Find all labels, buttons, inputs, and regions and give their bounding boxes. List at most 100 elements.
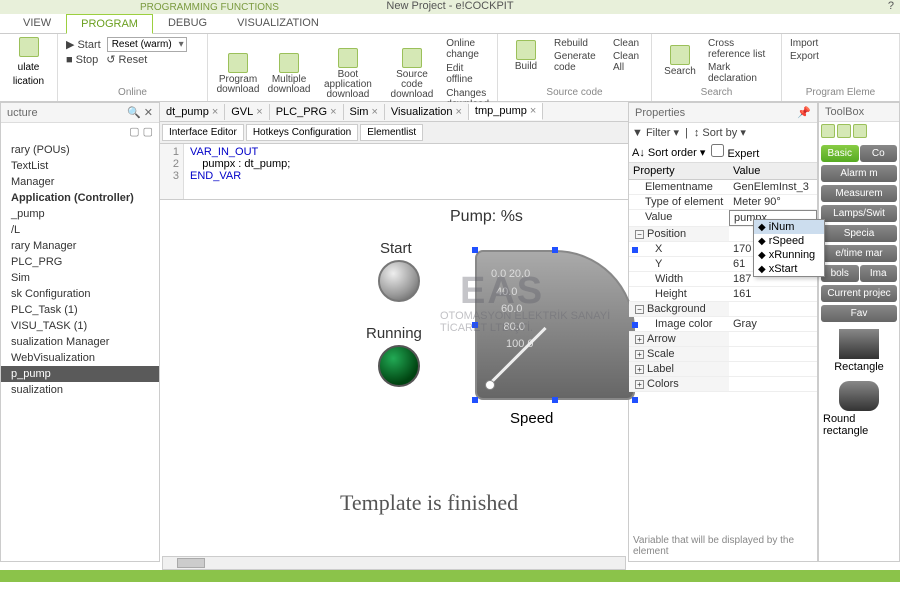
reset-combo[interactable]: Reset (warm) [107,37,187,52]
structure-title: ucture [7,107,38,119]
online-change-button[interactable]: Online change [444,37,491,61]
tree-item[interactable]: TextList [1,158,159,174]
toolbox-cat[interactable]: Lamps/Swit [821,205,897,222]
subtab-hotkeys[interactable]: Hotkeys Configuration [246,124,358,141]
running-led [378,345,420,387]
toolbox-title: ToolBox [825,106,864,118]
tree-item[interactable]: /L [1,222,159,238]
multiple-download-button[interactable]: Multiple download [266,51,312,97]
subtab-interface-editor[interactable]: Interface Editor [162,124,244,141]
toolbox-cat[interactable]: Co [860,145,898,162]
tree-item[interactable]: _pump [1,206,159,222]
intelli-item[interactable]: ◆ xRunning [754,248,824,262]
tree-item[interactable]: sk Configuration [1,286,159,302]
intelli-item[interactable]: ◆ iNum [754,220,824,234]
toolbox-round-rectangle[interactable]: Round rectangle [819,377,899,441]
close-icon[interactable]: × [256,106,262,118]
tree-item[interactable]: sualization [1,382,159,398]
toolbox-cat-basic[interactable]: Basic [821,145,859,162]
property-hint: Variable that will be displayed by the e… [629,531,817,561]
tree-item[interactable]: rary (POUs) [1,142,159,158]
tree-item[interactable]: sualization Manager [1,334,159,350]
help-icon[interactable]: ? [888,0,894,12]
sortby-button[interactable]: ↕ Sort by ▾ [694,126,746,139]
horizontal-scrollbar[interactable] [162,556,626,570]
toolbox-cat[interactable]: e/time mar [821,245,897,262]
pin-icon[interactable]: 📌 [797,106,811,119]
toolbox-panel: ToolBox Basic Co Alarm m Measurem Lamps/… [818,102,900,562]
source-download-button[interactable]: Source code download [384,46,440,102]
status-bar [0,570,900,582]
doctab[interactable]: Visualization× [385,104,469,120]
build-button[interactable]: Build [504,38,548,74]
tree-item[interactable]: Application (Controller) [1,190,159,206]
mark-declaration-button[interactable]: Mark declaration [706,61,775,85]
tree-item[interactable]: PLC_PRG [1,254,159,270]
filter-button[interactable]: ▼ Filter ▾ [632,126,679,139]
cross-reference-button[interactable]: Cross reference list [706,37,775,61]
tree-item[interactable]: VISU_TASK (1) [1,318,159,334]
tab-view[interactable]: VIEW [8,13,66,33]
start-knob[interactable] [378,260,420,302]
overlay-text: Template is finished [340,490,518,516]
document-tabs: dt_pump× GVL× PLC_PRG× Sim× Visualizatio… [160,102,628,122]
simulate-icon[interactable] [19,37,39,57]
expert-checkbox[interactable]: Expert [711,144,759,160]
project-tree[interactable]: rary (POUs) TextList Manager Application… [1,140,159,561]
sortorder-button[interactable]: A↓ Sort order ▾ [632,146,705,159]
rebuild-button[interactable]: Rebuild [552,37,607,50]
toolbox-cat[interactable]: Fav [821,305,897,322]
tree-item[interactable]: Sim [1,270,159,286]
reset-button[interactable]: ↺Reset [104,52,149,67]
subtab-elementlist[interactable]: Elementlist [360,124,423,141]
properties-title: Properties [635,107,685,119]
properties-panel: Properties📌 ▼ Filter ▾ | ↕ Sort by ▾ A↓ … [628,102,818,562]
tree-item[interactable]: PLC_Task (1) [1,302,159,318]
export-button[interactable]: Export [788,50,893,63]
clean-button[interactable]: Clean [611,37,645,50]
close-icon[interactable]: × [530,105,536,117]
toolbox-cat[interactable]: bols [821,265,859,282]
toolbox-cat[interactable]: Measurem [821,185,897,202]
generate-code-button[interactable]: Generate code [552,50,607,74]
tab-program[interactable]: PROGRAM [66,14,153,34]
close-icon[interactable]: × [455,106,461,118]
code-editor[interactable]: 123 VAR_IN_OUT pumpx : dt_pump; END_VAR [160,144,628,200]
clean-all-button[interactable]: Clean All [611,50,645,74]
toolbox-cat[interactable]: Ima [860,265,898,282]
tree-item[interactable]: Manager [1,174,159,190]
toolbox-cat[interactable]: Current projec [821,285,897,302]
running-label: Running [366,325,422,342]
toolbox-cat[interactable]: Alarm m [821,165,897,182]
program-download-button[interactable]: Program download [214,51,262,97]
boot-download-button[interactable]: Boot application download [316,46,380,102]
stop-button[interactable]: ■Stop [64,53,100,67]
edit-offline-button[interactable]: Edit offline [444,62,491,86]
start-label: Start [380,240,412,257]
structure-panel: ucture🔍 ✕ ▢ ▢ rary (POUs) TextList Manag… [0,102,160,562]
tree-item[interactable]: WebVisualization [1,350,159,366]
import-button[interactable]: Import [788,37,893,50]
tab-debug[interactable]: DEBUG [153,13,222,33]
toolbox-rectangle[interactable]: Rectangle [819,325,899,377]
tree-item-selected[interactable]: p_pump [1,366,159,382]
doctab[interactable]: dt_pump× [160,104,225,120]
close-icon[interactable]: × [330,106,336,118]
tab-visualization[interactable]: VISUALIZATION [222,13,334,33]
main-tabs: VIEW PROGRAM DEBUG VISUALIZATION [0,14,900,34]
doctab[interactable]: Sim× [344,104,385,120]
close-icon[interactable]: × [371,106,377,118]
doctab[interactable]: GVL× [225,104,269,120]
toolbox-cat[interactable]: Specia [821,225,897,242]
doctab-active[interactable]: tmp_pump× [469,103,543,120]
intelli-item[interactable]: ◆ rSpeed [754,234,824,248]
search-button[interactable]: Search [658,43,702,79]
window-title: New Project - e!COCKPIT [0,0,900,14]
intelli-item[interactable]: ◆ xStart [754,262,824,276]
doctab[interactable]: PLC_PRG× [270,104,344,120]
visualization-canvas[interactable]: Pump: %s Start Running 0.0 20.0 40.0 60.… [160,200,628,562]
intellisense-popup[interactable]: ◆ iNum ◆ rSpeed ◆ xRunning ◆ xStart [753,219,825,277]
start-button[interactable]: ▶Start [64,37,103,52]
tree-item[interactable]: rary Manager [1,238,159,254]
close-icon[interactable]: × [212,106,218,118]
